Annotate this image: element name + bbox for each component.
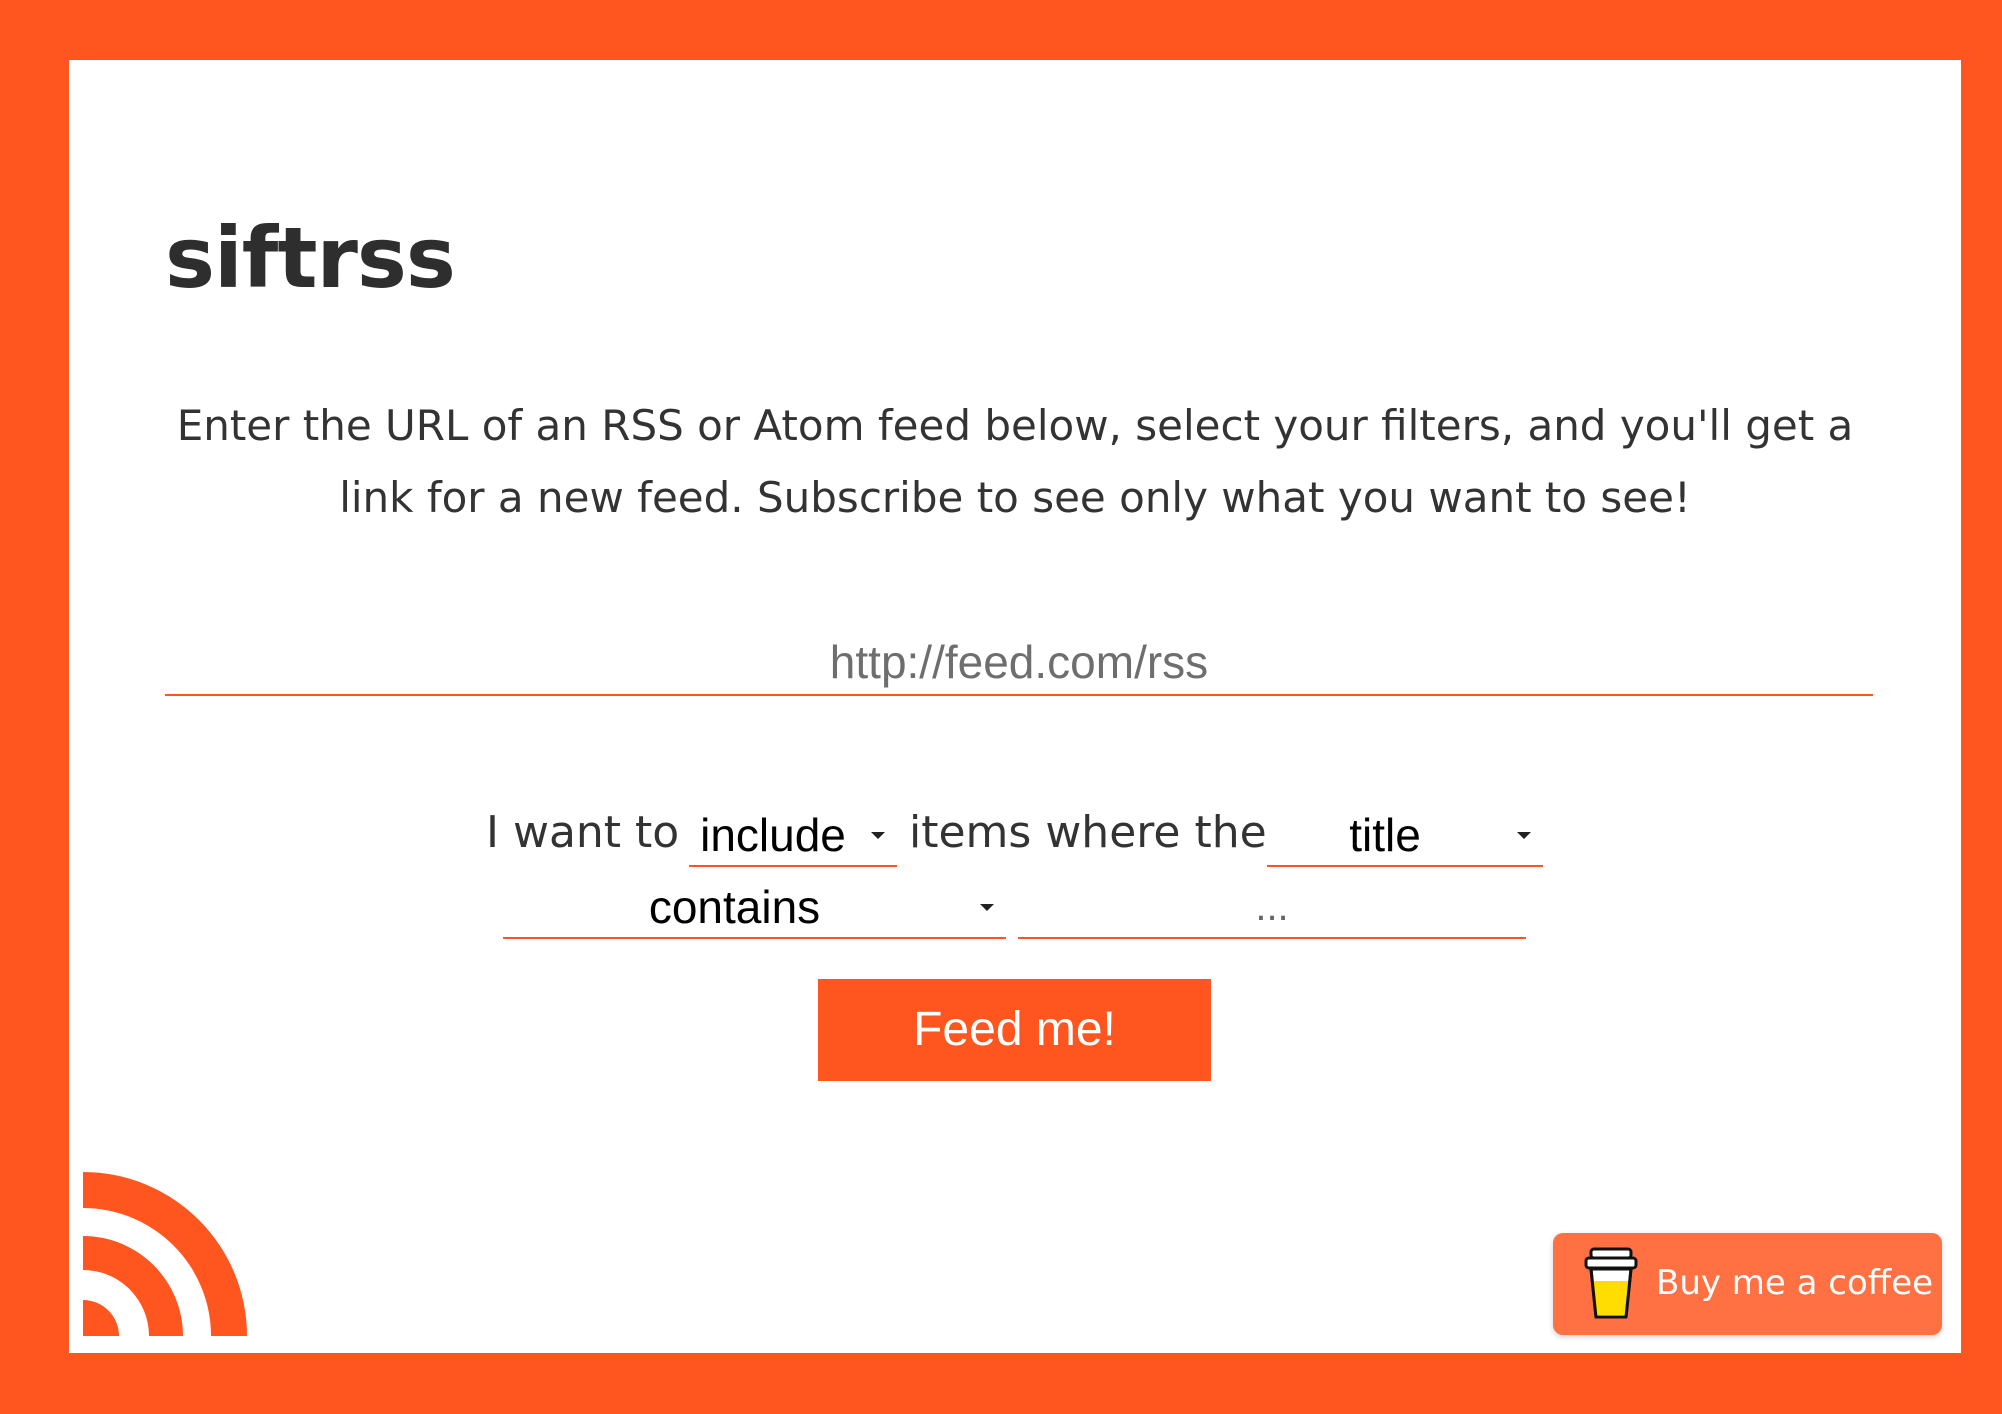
main-panel: siftrss Enter the URL of an RSS or Atom … — [69, 60, 1961, 1353]
rss-feed-icon — [83, 1172, 247, 1336]
feed-me-button[interactable]: Feed me! — [818, 979, 1211, 1081]
buy-me-a-coffee-button[interactable]: Buy me a coffee — [1553, 1233, 1942, 1335]
keyword-input[interactable] — [1018, 877, 1526, 939]
action-select-value: include — [700, 809, 846, 861]
app-title: siftrss — [165, 209, 456, 307]
condition-select[interactable]: contains — [503, 877, 1006, 939]
filter-middle-text: items where the — [909, 807, 1267, 858]
filter-prefix-text: I want to — [486, 807, 680, 858]
rss-inner-arc — [83, 1300, 119, 1336]
feed-url-input[interactable] — [165, 630, 1873, 696]
chevron-down-icon — [980, 904, 994, 911]
chevron-down-icon — [1517, 832, 1531, 839]
field-select[interactable]: title — [1267, 805, 1543, 867]
chevron-down-icon — [871, 832, 885, 839]
action-select[interactable]: include — [689, 805, 897, 867]
coffee-cup-icon — [1584, 1247, 1638, 1319]
buy-me-a-coffee-label: Buy me a coffee — [1656, 1263, 1934, 1303]
condition-select-value: contains — [648, 881, 821, 933]
intro-text: Enter the URL of an RSS or Atom feed bel… — [176, 401, 1854, 522]
field-select-value: title — [1349, 809, 1421, 861]
